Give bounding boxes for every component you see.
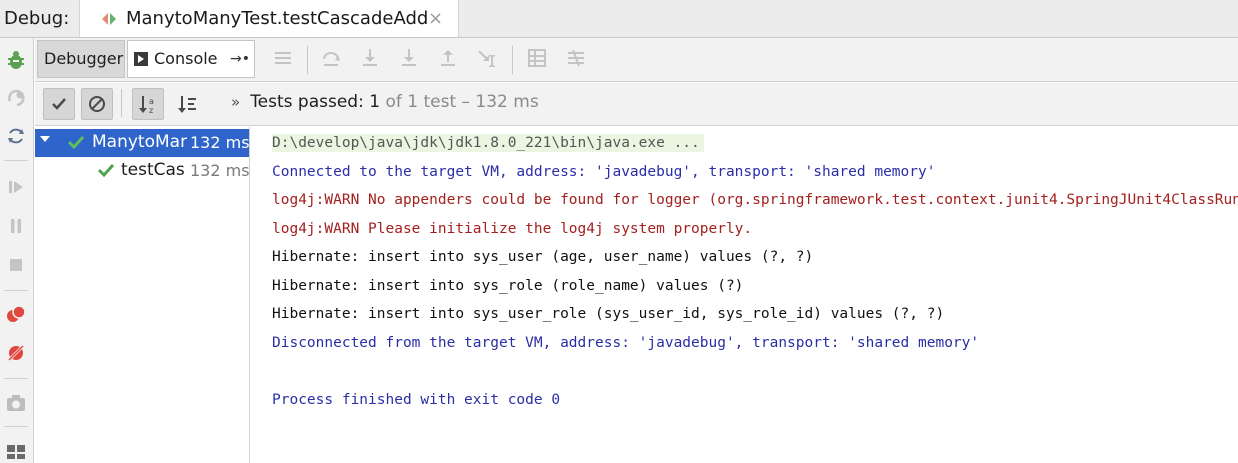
- console-command-line[interactable]: D:\develop\java\jdk\jdk1.8.0_221\bin\jav…: [272, 134, 704, 152]
- svg-text:a: a: [149, 97, 154, 106]
- pin-tab-icon[interactable]: →•: [230, 41, 250, 77]
- passed-check-icon: [97, 162, 115, 183]
- test-method-time: 132 ms: [190, 161, 250, 180]
- show-passed-button[interactable]: [43, 88, 75, 120]
- debug-tool-window-header: Debug: ManytoManyTest.testCascadeAdd ×: [0, 0, 1238, 38]
- console-line: Connected to the target VM, address: 'ja…: [272, 164, 936, 180]
- console-line: log4j:WARN Please initialize the log4j s…: [272, 221, 753, 237]
- bug-icon[interactable]: [4, 48, 28, 72]
- console-line: Process finished with exit code 0: [272, 392, 561, 408]
- toolbar-separator: [307, 46, 308, 74]
- test-method-name: testCascadeAdd: [121, 160, 184, 180]
- tests-passed-label: Tests passed:: [250, 92, 370, 112]
- test-runner-toolbar: a z » Tests passed: 1 of 1 test – 132 ms: [35, 83, 1238, 126]
- console-line: Hibernate: insert into sys_user_role (sy…: [272, 306, 945, 322]
- tree-item-test-class[interactable]: ManytoManyTest 132 ms: [35, 129, 250, 157]
- debugger-tabs-bar: Debugger Console →•: [35, 38, 1238, 82]
- toolbar-separator: [4, 378, 28, 379]
- toolbar-separator: [4, 426, 28, 427]
- sort-alpha-icon: a z: [139, 96, 154, 115]
- toolbar-separator: [121, 89, 122, 117]
- debug-label: Debug:: [4, 8, 70, 29]
- run-config-tab[interactable]: ManytoManyTest.testCascadeAdd ×: [79, 0, 459, 37]
- expand-arrow-icon[interactable]: [39, 133, 51, 148]
- toolbar-separator: [4, 160, 28, 161]
- mute-breakpoints-icon[interactable]: [4, 341, 28, 365]
- show-ignored-button[interactable]: [81, 88, 113, 120]
- console-icon: [134, 52, 148, 66]
- run-config-tab-title: ManytoManyTest.testCascadeAdd: [126, 8, 429, 29]
- step-over-icon[interactable]: [319, 46, 343, 70]
- console-output[interactable]: D:\develop\java\jdk\jdk1.8.0_221\bin\jav…: [251, 127, 1238, 463]
- tree-item-test-method[interactable]: testCascadeAdd 132 ms: [35, 157, 250, 185]
- close-tab-icon[interactable]: ×: [428, 8, 443, 29]
- tests-passed-count: 1: [369, 92, 381, 112]
- trace-icon[interactable]: [564, 46, 588, 70]
- toolbar-separator: [512, 46, 513, 74]
- force-step-into-icon[interactable]: [397, 46, 421, 70]
- show-ignored-icon: [89, 96, 105, 112]
- rerun-failed-icon[interactable]: [4, 86, 28, 110]
- console-line: Disconnected from the target VM, address…: [272, 335, 980, 351]
- camera-icon[interactable]: [4, 391, 28, 415]
- tab-console-label: Console: [154, 49, 218, 68]
- sort-alpha-button[interactable]: a z: [132, 88, 164, 120]
- console-line: Hibernate: insert into sys_role (role_na…: [272, 278, 744, 294]
- resume-icon[interactable]: [4, 175, 28, 199]
- junit-config-icon: [100, 10, 118, 28]
- restart-icon[interactable]: [4, 124, 28, 148]
- stop-icon[interactable]: [4, 253, 28, 277]
- tab-debugger[interactable]: Debugger: [37, 40, 125, 78]
- test-status: » Tests passed: 1 of 1 test – 132 ms: [231, 92, 539, 112]
- tests-detail: of 1 test – 132 ms: [380, 92, 539, 112]
- pause-icon[interactable]: [4, 214, 28, 238]
- evaluate-icon[interactable]: [525, 46, 549, 70]
- run-to-cursor-icon[interactable]: [475, 46, 499, 70]
- svg-text:z: z: [149, 106, 153, 115]
- toolbar-separator: [4, 290, 28, 291]
- expand-chevron-icon[interactable]: »: [231, 93, 240, 111]
- test-tree: ManytoManyTest 132 ms testCascadeAdd 132…: [35, 127, 250, 463]
- console-line: Hibernate: insert into sys_user (age, us…: [272, 249, 814, 265]
- test-class-name: ManytoManyTest: [92, 132, 187, 152]
- view-breakpoints-icon[interactable]: [4, 302, 28, 326]
- passed-check-icon: [67, 134, 85, 155]
- left-debug-toolbar: [0, 38, 34, 463]
- tab-console[interactable]: Console →•: [127, 40, 255, 78]
- test-class-time: 132 ms: [190, 133, 250, 152]
- show-passed-icon: [52, 98, 66, 110]
- console-line: log4j:WARN No appenders could be found f…: [272, 192, 1238, 208]
- step-out-icon[interactable]: [436, 46, 460, 70]
- sort-duration-icon[interactable]: [175, 92, 199, 116]
- layout-icon[interactable]: [4, 436, 28, 460]
- step-into-icon[interactable]: [358, 46, 382, 70]
- show-execution-point-icon[interactable]: [271, 46, 295, 70]
